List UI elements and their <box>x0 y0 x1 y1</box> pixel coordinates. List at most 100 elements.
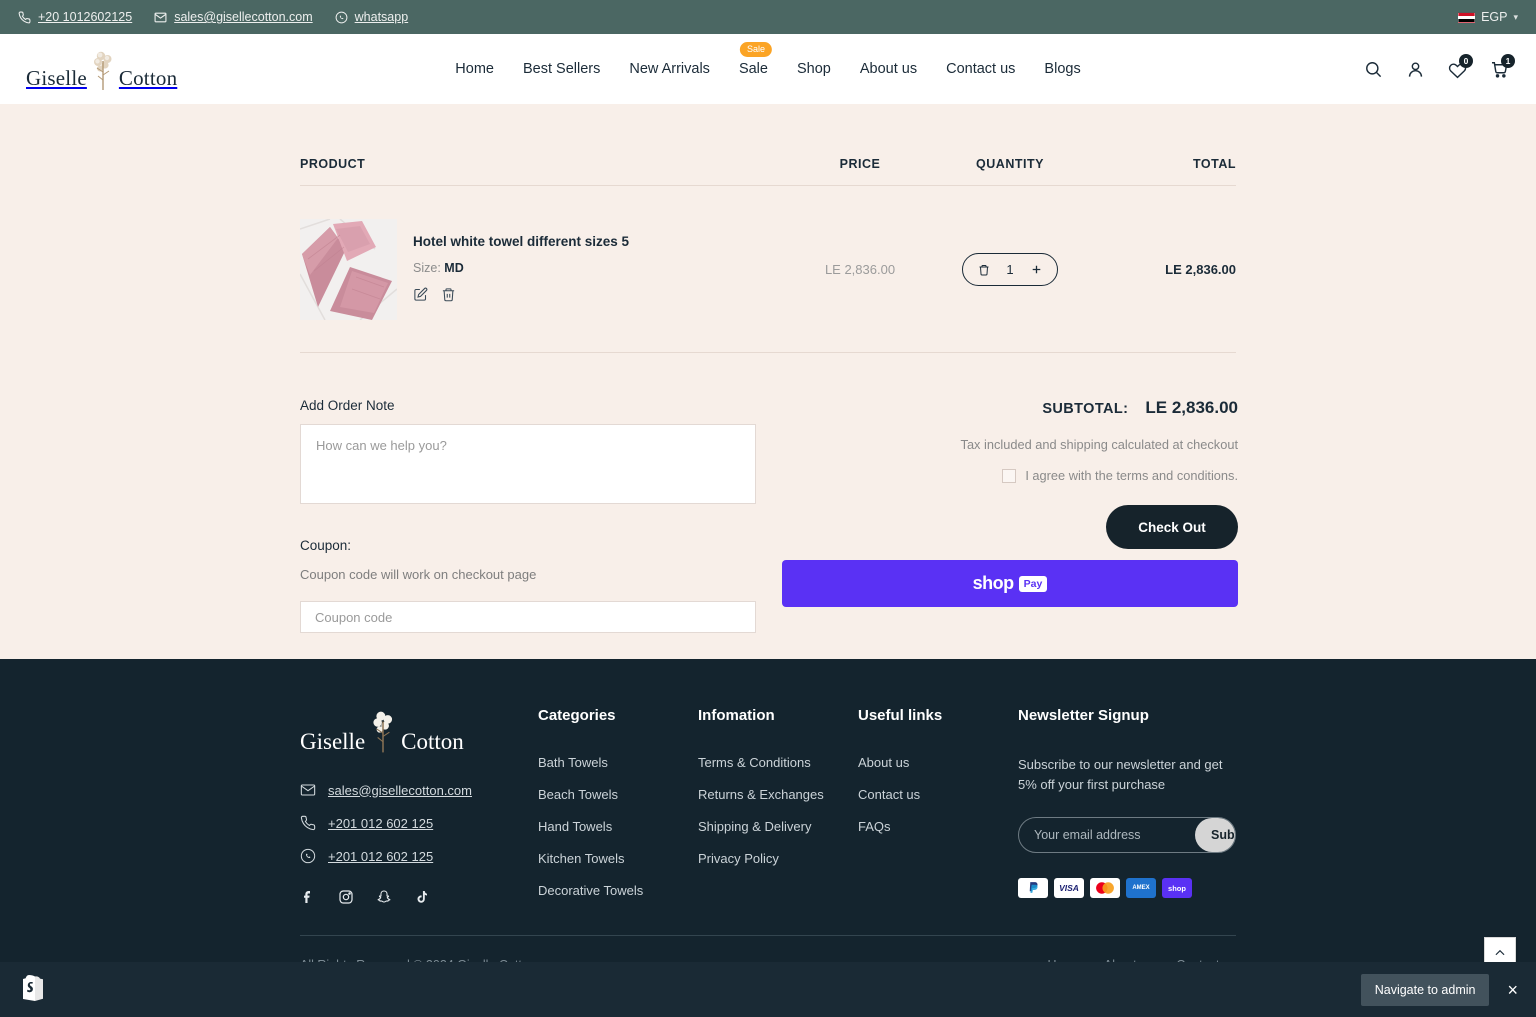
topbar-phone-text: +20 1012602125 <box>38 10 133 24</box>
nav-item-shop[interactable]: Shop <box>797 61 831 77</box>
nav-item-contact-us[interactable]: Contact us <box>946 61 1015 77</box>
tax-note: Tax included and shipping calculated at … <box>960 437 1238 452</box>
category-link-kitchen-towels[interactable]: Kitchen Towels <box>538 851 698 866</box>
payment-methods: VISA AMEX shop <box>1018 878 1236 899</box>
shop-pay-word: shop <box>972 573 1015 593</box>
paypal-glyph <box>1029 882 1038 894</box>
cart-left-column: Add Order Note Coupon: Coupon code will … <box>300 398 756 633</box>
nav-label: New Arrivals <box>629 61 710 77</box>
envelope-icon <box>154 12 167 22</box>
subtotal-label: SUBTOTAL: <box>1042 401 1129 417</box>
cart-button[interactable]: 1 <box>1488 54 1515 80</box>
paypal-icon <box>1018 878 1048 899</box>
wishlist-button[interactable]: 0 <box>1446 54 1473 80</box>
subtotal-value: LE 2,836.00 <box>1145 398 1238 417</box>
footer-social-links <box>300 889 538 910</box>
visa-icon: VISA <box>1054 878 1084 899</box>
useful-link-faqs[interactable]: FAQs <box>858 819 1018 834</box>
search-button[interactable] <box>1362 58 1384 80</box>
topbar-whatsapp[interactable]: whatsapp <box>335 10 408 24</box>
logo-text-left: Giselle <box>26 65 87 90</box>
facebook-link[interactable] <box>300 889 316 910</box>
edit-item-button[interactable] <box>413 287 428 307</box>
column-header-product: PRODUCT <box>300 157 366 171</box>
site-logo[interactable]: Giselle Cotton <box>26 48 177 91</box>
currency-selector[interactable]: EGP ▾ <box>1458 10 1518 24</box>
nav-item-home[interactable]: Home <box>455 61 494 77</box>
footer-phone-text: +201 012 602 125 <box>328 815 434 831</box>
info-link-terms[interactable]: Terms & Conditions <box>698 755 858 770</box>
tiktok-icon <box>417 891 427 903</box>
newsletter-text: Subscribe to our newsletter and get 5% o… <box>1018 757 1223 793</box>
variant-value: MD <box>444 261 464 275</box>
shopify-logo[interactable] <box>20 972 46 1007</box>
footer-email[interactable]: sales@gisellecotton.com <box>300 782 538 798</box>
newsletter-subscribe-button[interactable]: Subscribe <box>1195 818 1235 853</box>
product-cell: Hotel white towel different sizes 5 Size… <box>300 219 790 320</box>
nav-item-blogs[interactable]: Blogs <box>1044 61 1080 77</box>
shopify-admin-actions: Navigate to admin × <box>1360 973 1536 1006</box>
tiktok-link[interactable] <box>414 889 430 910</box>
useful-links-title: Useful links <box>858 707 943 724</box>
newsletter-email-input[interactable] <box>1019 828 1195 843</box>
plus-icon <box>1032 265 1040 274</box>
search-icon <box>1365 61 1381 77</box>
order-note-input[interactable] <box>300 424 756 504</box>
column-header-price: PRICE <box>839 157 881 171</box>
shop-pay-button[interactable]: shop Pay <box>782 560 1238 607</box>
account-button[interactable] <box>1404 58 1426 80</box>
useful-link-about-us[interactable]: About us <box>858 755 1018 770</box>
chevron-up-icon <box>1495 949 1505 956</box>
footer-logo[interactable]: Giselle Cotton <box>300 707 538 755</box>
footer-whatsapp-text: +201 012 602 125 <box>328 848 434 864</box>
towel-product-image <box>300 219 397 320</box>
footer-logo-right: Cotton <box>401 729 464 754</box>
footer-phone[interactable]: +201 012 602 125 <box>300 815 538 831</box>
product-price: LE 2,836.00 <box>824 262 896 277</box>
categories-title: Categories <box>538 707 616 724</box>
quantity-stepper[interactable]: 1 <box>962 253 1058 286</box>
coupon-input[interactable] <box>300 601 756 633</box>
quantity-decrease-button[interactable] <box>974 264 994 276</box>
category-link-beach-towels[interactable]: Beach Towels <box>538 787 698 802</box>
cart-page: +20 1012602125 sales@gisellecotton.com w… <box>0 0 1536 1017</box>
sale-badge: Sale <box>740 42 773 57</box>
whatsapp-icon <box>300 848 316 864</box>
terms-row: I agree with the terms and conditions. <box>782 468 1238 483</box>
topbar-phone[interactable]: +20 1012602125 <box>18 10 132 24</box>
subtotal-row: SUBTOTAL: LE 2,836.00 <box>782 398 1238 418</box>
product-title-link[interactable]: Hotel white towel different sizes 5 <box>413 234 629 249</box>
amex-icon: AMEX <box>1126 878 1156 899</box>
quantity-increase-button[interactable] <box>1026 263 1046 276</box>
info-link-privacy[interactable]: Privacy Policy <box>698 851 858 866</box>
topbar-email[interactable]: sales@gisellecotton.com <box>154 10 313 24</box>
info-link-returns[interactable]: Returns & Exchanges <box>698 787 858 802</box>
product-total: LE 2,836.00 <box>1165 262 1236 277</box>
navigate-to-admin-button[interactable]: Navigate to admin <box>1360 973 1490 1006</box>
footer-useful-links-column: Useful links About us Contact us FAQs <box>858 707 1018 915</box>
info-link-shipping[interactable]: Shipping & Delivery <box>698 819 858 834</box>
terms-checkbox[interactable] <box>1002 468 1017 483</box>
product-info: Hotel white towel different sizes 5 Size… <box>413 219 629 307</box>
checkout-button[interactable]: Check Out <box>1106 505 1238 549</box>
quantity-value[interactable]: 1 <box>998 262 1022 277</box>
snapchat-link[interactable] <box>376 889 392 910</box>
useful-link-contact-us[interactable]: Contact us <box>858 787 1018 802</box>
nav-item-sale[interactable]: Sale Sale <box>739 42 773 77</box>
currency-label: EGP <box>1481 10 1508 24</box>
nav-item-about-us[interactable]: About us <box>860 61 917 77</box>
remove-item-button[interactable] <box>441 287 456 307</box>
newsletter-form: Subscribe <box>1018 817 1236 854</box>
category-link-bath-towels[interactable]: Bath Towels <box>538 755 698 770</box>
nav-item-best-sellers[interactable]: Best Sellers <box>523 61 600 77</box>
footer-whatsapp[interactable]: +201 012 602 125 <box>300 848 538 864</box>
nav-item-new-arrivals[interactable]: New Arrivals <box>629 61 710 77</box>
instagram-link[interactable] <box>338 889 354 910</box>
category-link-hand-towels[interactable]: Hand Towels <box>538 819 698 834</box>
category-link-decorative-towels[interactable]: Decorative Towels <box>538 883 698 898</box>
snapchat-icon <box>377 890 391 903</box>
envelope-icon <box>300 784 316 796</box>
close-icon[interactable]: × <box>1507 981 1518 999</box>
table-row: Hotel white towel different sizes 5 Size… <box>300 186 1236 353</box>
product-thumbnail[interactable] <box>300 219 397 320</box>
